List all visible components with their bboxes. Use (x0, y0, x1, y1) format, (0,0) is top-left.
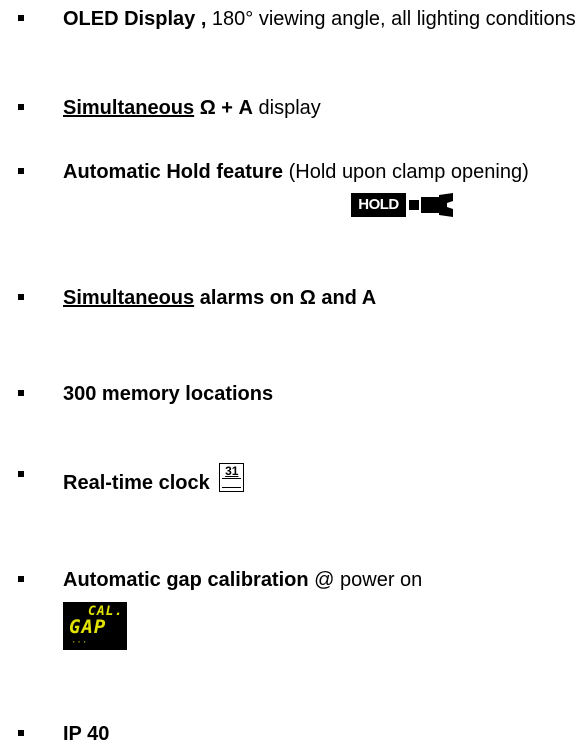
cal-gap-display-icon: CAL. GAP ··· (63, 602, 127, 650)
item-text: Simultaneous alarms on Ω and A (63, 286, 578, 310)
item-bold-text: OLED Display , (63, 8, 207, 30)
item-text: Simultaneous Ω + A display (63, 96, 578, 120)
bullet-icon (18, 471, 24, 477)
item-bold-text: Real-time clock (63, 472, 210, 494)
calendar-lines (222, 478, 242, 488)
display-dots: ··· (71, 638, 88, 648)
calendar-icon: 31 (219, 463, 245, 492)
wrench-icon (409, 193, 453, 217)
item-underlined-text: Simultaneous (63, 287, 195, 309)
bullet-icon (18, 576, 24, 582)
item-bold-text: Ω + A (194, 97, 253, 119)
item-text: Automatic gap calibration @ power on (63, 568, 578, 592)
item-bold-text: Automatic Hold feature (63, 161, 284, 183)
item-text: Real-time clock 31 (63, 463, 578, 495)
item-underlined-text: Simultaneous (63, 97, 195, 119)
item-bold-text: alarms on Ω and A (194, 287, 377, 309)
bullet-icon (18, 730, 24, 736)
item-rest-text: display (252, 97, 321, 119)
bullet-icon (18, 15, 24, 21)
bullet-icon (18, 168, 24, 174)
item-text: OLED Display , 180° viewing angle, all l… (63, 7, 578, 31)
item-bold-text: IP 40 (63, 723, 110, 745)
item-bold-text: Automatic gap calibration (63, 569, 309, 591)
item-rest-text: 180° viewing angle, all lighting conditi… (206, 8, 576, 30)
item-rest-text: @ power on (308, 569, 423, 591)
bullet-icon (18, 104, 24, 110)
hold-label: HOLD (351, 193, 406, 217)
display-bottom-text: GAP (69, 616, 107, 638)
item-text: 300 memory locations (63, 382, 578, 406)
bullet-icon (18, 294, 24, 300)
item-text: IP 40 (63, 722, 578, 746)
item-text: Automatic Hold feature (Hold upon clamp … (63, 160, 583, 184)
hold-wrench-icon: HOLD (351, 193, 468, 217)
item-rest-text: (Hold upon clamp opening) (283, 161, 529, 183)
item-bold-text: 300 memory locations (63, 383, 274, 405)
bullet-icon (18, 390, 24, 396)
calendar-day: 31 (225, 464, 239, 478)
